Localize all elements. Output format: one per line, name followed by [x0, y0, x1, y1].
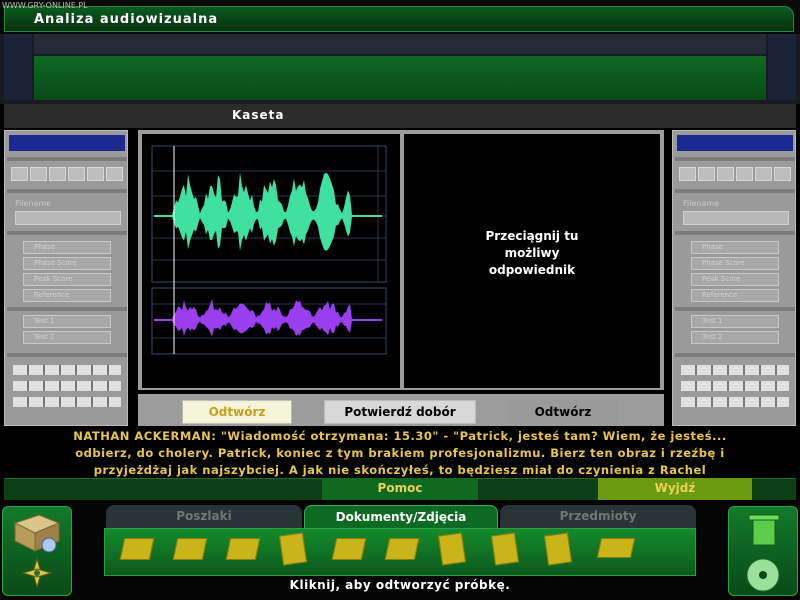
top-band-right: [768, 34, 796, 100]
test-2-button[interactable]: Test 2: [691, 331, 779, 344]
tool-icon[interactable]: [68, 167, 85, 181]
document-icon[interactable]: [225, 538, 261, 560]
tab-clues[interactable]: Poszlaki: [106, 505, 302, 529]
section-title: Kaseta: [232, 108, 285, 122]
separator: [675, 231, 795, 235]
separator: [7, 231, 127, 235]
document-icon[interactable]: [172, 538, 208, 560]
tool-icon[interactable]: [736, 167, 753, 181]
separator: [675, 189, 795, 193]
drop-text-line: możliwy: [504, 246, 560, 260]
test-2-button[interactable]: Test 2: [23, 331, 111, 344]
level-strip: [681, 381, 789, 391]
tool-icon[interactable]: [106, 167, 123, 181]
left-analysis-panel: Filename Phase Phase Score Peak Score Re…: [4, 130, 128, 426]
tool-icon[interactable]: [30, 167, 47, 181]
document-icon[interactable]: [438, 532, 466, 566]
top-band-left: [4, 34, 32, 100]
right-analysis-panel: Filename Phase Phase Score Peak Score Re…: [672, 130, 796, 426]
tab-documents-photos[interactable]: Dokumenty/Zdjęcia: [304, 505, 498, 529]
drop-text-line: odpowiednik: [488, 263, 576, 277]
tool-icon[interactable]: [11, 167, 28, 181]
play-right-button[interactable]: Odtwórz: [508, 400, 618, 424]
separator: [675, 307, 795, 311]
separator: [7, 307, 127, 311]
waveform-lower: [156, 299, 380, 337]
watermark: WWW.GRY-ONLINE.PL: [2, 1, 88, 10]
tool-icon[interactable]: [698, 167, 715, 181]
separator: [7, 157, 127, 161]
tool-icon[interactable]: [87, 167, 104, 181]
right-panel-header: [677, 135, 793, 151]
peak-score-button[interactable]: Peak Score: [23, 273, 111, 286]
dialog-line: przyjeżdżaj jak najszybciej. A jak nie s…: [93, 463, 707, 477]
status-text: Kliknij, aby odtworzyć próbkę.: [289, 578, 511, 592]
tool-icon[interactable]: [679, 167, 696, 181]
phase-button[interactable]: Phase: [23, 241, 111, 254]
tool-icon[interactable]: [49, 167, 66, 181]
level-strip: [13, 365, 121, 375]
right-panel-toolbar[interactable]: [679, 167, 791, 181]
waveform-display[interactable]: [142, 134, 400, 388]
waveform-upper: [156, 172, 380, 251]
book-icon[interactable]: [596, 538, 636, 558]
left-panel-toolbar[interactable]: [11, 167, 123, 181]
document-icon[interactable]: [544, 532, 572, 566]
filename-label: Filename: [683, 199, 720, 208]
drop-text-line: Przeciągnij tu: [485, 229, 579, 243]
document-icon[interactable]: [279, 532, 307, 566]
left-panel-header: [9, 135, 125, 151]
trash-icon[interactable]: [748, 514, 780, 546]
separator: [675, 157, 795, 161]
document-icon[interactable]: [331, 538, 367, 560]
tool-icon[interactable]: [755, 167, 772, 181]
dialog-line: NATHAN ACKERMAN: "Wiadomość otrzymana: 1…: [73, 429, 727, 443]
peak-score-button[interactable]: Peak Score: [691, 273, 779, 286]
tool-icon[interactable]: [717, 167, 734, 181]
drop-zone-text: Przeciągnij tu możliwy odpowiednik: [404, 228, 660, 279]
level-strip: [13, 381, 121, 391]
waveform-graph: [151, 145, 387, 355]
play-left-button[interactable]: Odtwórz: [182, 400, 292, 424]
phase-score-button[interactable]: Phase Score: [691, 257, 779, 270]
phase-score-button[interactable]: Phase Score: [23, 257, 111, 270]
test-1-button[interactable]: Test 1: [23, 315, 111, 328]
box-icon[interactable]: [13, 514, 61, 553]
tool-icon[interactable]: [774, 167, 791, 181]
phase-button[interactable]: Phase: [691, 241, 779, 254]
dialog-text: NATHAN ACKERMAN: "Wiadomość otrzymana: 1…: [20, 428, 780, 479]
separator: [7, 189, 127, 193]
help-button[interactable]: Pomoc: [322, 478, 478, 500]
level-strip: [13, 397, 121, 407]
separator: [7, 353, 127, 357]
photo-icon[interactable]: [384, 538, 420, 560]
confirm-match-button[interactable]: Potwierdź dobór: [324, 400, 476, 424]
filename-label: Filename: [15, 199, 52, 208]
tab-items[interactable]: Przedmioty: [500, 505, 696, 529]
window-title: Analiza audiowizualna: [34, 12, 219, 27]
test-1-button[interactable]: Test 1: [691, 315, 779, 328]
document-icon[interactable]: [491, 532, 519, 566]
dialog-line: odbierz, do cholery. Patrick, koniec z t…: [75, 446, 725, 460]
filename-field[interactable]: [15, 211, 121, 225]
filename-field[interactable]: [683, 211, 789, 225]
separator: [675, 353, 795, 357]
document-icon[interactable]: [119, 538, 155, 560]
reference-button[interactable]: Reference: [691, 289, 779, 302]
exit-button[interactable]: Wyjdź: [598, 478, 752, 500]
level-strip: [681, 397, 789, 407]
section-bar: [4, 104, 796, 128]
top-band-strip: [34, 34, 766, 54]
reference-button[interactable]: Reference: [23, 289, 111, 302]
level-strip: [681, 365, 789, 375]
top-band-green-panel: [34, 56, 766, 100]
